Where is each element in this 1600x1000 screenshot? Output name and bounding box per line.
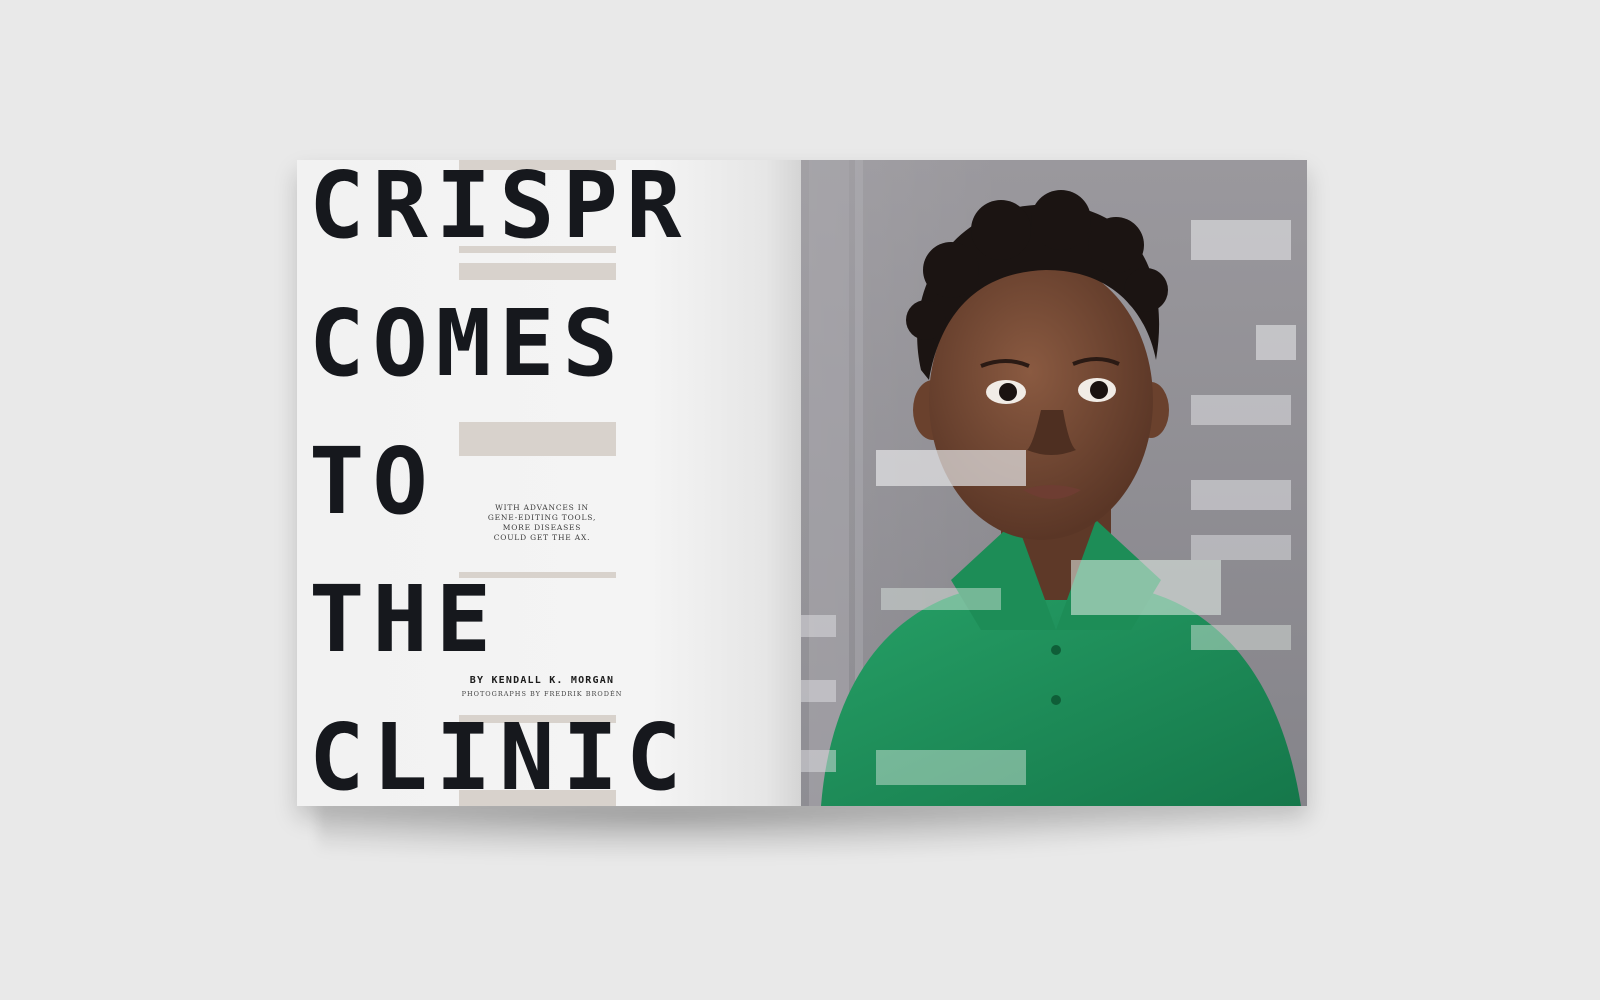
headline-line-4: THE bbox=[309, 566, 500, 673]
left-page: CRISPR COMES TO THE CLINIC WITH ADVANCES… bbox=[297, 160, 801, 806]
right-page bbox=[801, 160, 1307, 806]
headline-line-5: CLINIC bbox=[309, 704, 690, 806]
portrait-photo bbox=[801, 160, 1307, 806]
photo-credit: PHOTOGRAPHS BY FREDRIK BRODÉN bbox=[461, 690, 623, 698]
decor-bar bbox=[459, 422, 616, 456]
headline-line-3: TO bbox=[309, 428, 436, 535]
spread-shadow bbox=[318, 800, 1298, 860]
headline-line-2: COMES bbox=[309, 290, 626, 397]
headline-line-1: CRISPR bbox=[309, 160, 690, 259]
boy-portrait-illustration bbox=[801, 160, 1301, 806]
magazine-spread-mockup: CRISPR COMES TO THE CLINIC WITH ADVANCES… bbox=[0, 0, 1600, 1000]
byline: BY KENDALL K. MORGAN bbox=[469, 675, 615, 686]
magazine-spread: CRISPR COMES TO THE CLINIC WITH ADVANCES… bbox=[297, 160, 1307, 806]
decor-bar bbox=[459, 263, 616, 280]
article-dek: WITH ADVANCES IN GENE-EDITING TOOLS, MOR… bbox=[487, 503, 597, 542]
